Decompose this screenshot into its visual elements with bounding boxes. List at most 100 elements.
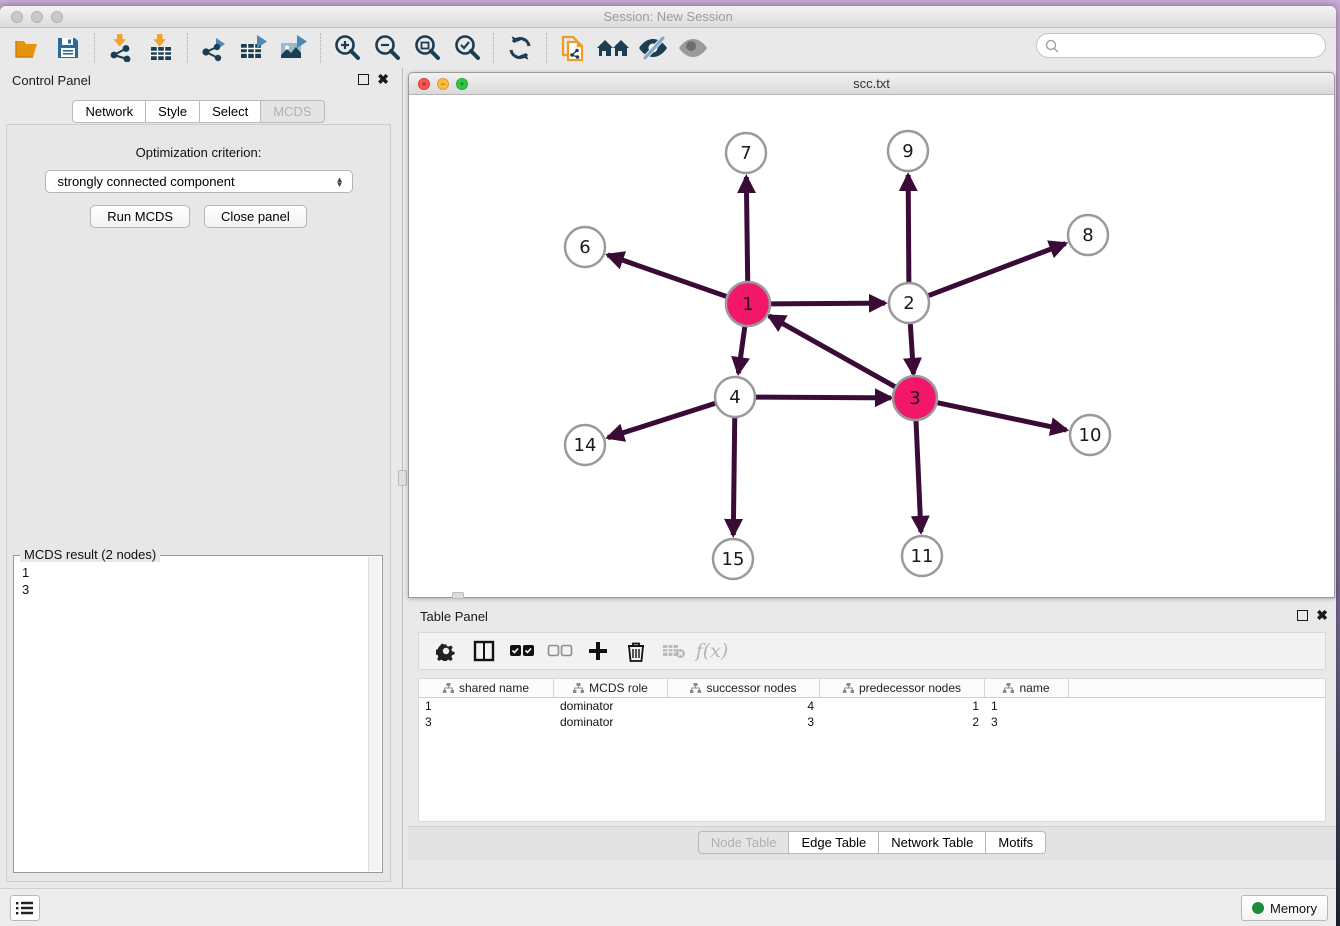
close-table-panel-icon[interactable]: ✖ [1316,610,1328,621]
open-file-icon[interactable] [8,32,48,64]
node-label: 7 [740,143,751,164]
column-header-predecessor-nodes[interactable]: predecessor nodes [820,679,985,697]
graph-node-9[interactable]: 9 [888,131,928,171]
save-session-icon[interactable] [48,32,88,64]
export-network-icon[interactable] [194,32,234,64]
graph-node-11[interactable]: 11 [902,536,942,576]
export-image-icon[interactable] [274,32,314,64]
toolbar-separator [546,33,547,63]
edge-1-4[interactable] [738,325,745,373]
graph-node-15[interactable]: 15 [713,539,753,579]
select-all-columns-icon[interactable] [503,636,541,666]
zoom-selected-icon[interactable] [447,32,487,64]
memory-status-icon [1252,902,1264,914]
refresh-layout-icon[interactable] [500,32,540,64]
edge-2-8[interactable] [929,244,1066,296]
edge-3-11[interactable] [916,419,921,532]
splitter-grip[interactable] [398,470,407,486]
edge-4-15[interactable] [733,418,734,535]
tab-edge-table[interactable]: Edge Table [788,831,878,854]
table-cell[interactable]: 1 [985,698,1069,714]
graph-node-6[interactable]: 6 [565,227,605,267]
zoom-in-icon[interactable] [327,32,367,64]
float-table-panel-icon[interactable] [1297,610,1308,621]
optimization-criterion-label: Optimization criterion: [7,145,390,160]
close-panel-button[interactable]: Close panel [204,205,307,228]
tab-node-table[interactable]: Node Table [698,831,789,854]
network-canvas[interactable]: 7 9 6 8 1 2 4 3 14 10 15 11 [409,95,1334,597]
mcds-result-text[interactable]: 1 3 [22,564,366,870]
import-network-icon[interactable] [101,32,141,64]
result-scrollbar[interactable] [368,557,381,871]
column-header-shared-name[interactable]: shared name [419,679,554,697]
criterion-select[interactable]: strongly connected component ▲▼ [45,170,353,193]
column-header-successor-nodes[interactable]: successor nodes [668,679,820,697]
show-all-icon[interactable] [673,32,713,64]
table-row[interactable]: 1dominator411 [419,698,1325,714]
graph-node-3[interactable]: 3 [893,376,937,420]
tab-mcds[interactable]: MCDS [260,100,324,123]
tab-style[interactable]: Style [145,100,199,123]
table-cell[interactable]: dominator [554,714,668,730]
graph-node-14[interactable]: 14 [565,425,605,465]
run-mcds-button[interactable]: Run MCDS [90,205,190,228]
import-table-icon[interactable] [141,32,181,64]
clone-network-icon[interactable] [553,32,593,64]
table-tabs: Node TableEdge TableNetwork TableMotifs [408,831,1336,854]
network-graph[interactable]: 7 9 6 8 1 2 4 3 14 10 15 11 [409,95,1334,598]
float-panel-icon[interactable] [358,74,369,85]
graph-node-7[interactable]: 7 [726,133,766,173]
edge-3-1[interactable] [769,316,897,388]
table-toolbar: f(x) [418,632,1326,670]
table-cell[interactable]: dominator [554,698,668,714]
tab-network[interactable]: Network [72,100,145,123]
hide-selected-icon[interactable] [633,32,673,64]
table-cell[interactable]: 1 [820,698,985,714]
column-header-name[interactable]: name [985,679,1069,697]
table-panel-title: Table Panel [420,609,488,624]
table-cell[interactable]: 2 [820,714,985,730]
table-cell[interactable]: 3 [985,714,1069,730]
table-cell[interactable]: 1 [419,698,554,714]
edge-2-3[interactable] [910,324,913,374]
edge-3-10[interactable] [936,402,1067,430]
table-row[interactable]: 3dominator323 [419,714,1325,730]
memory-button[interactable]: Memory [1241,895,1328,921]
edge-4-3[interactable] [756,397,891,398]
zoom-out-icon[interactable] [367,32,407,64]
column-header-MCDS-role[interactable]: MCDS role [554,679,668,697]
edge-1-7[interactable] [746,177,747,283]
close-panel-icon[interactable]: ✖ [377,74,389,85]
task-history-button[interactable] [10,895,40,921]
horizontal-splitter-grip[interactable] [452,592,464,599]
toolbar-separator [94,33,95,63]
zoom-fit-icon[interactable] [407,32,447,64]
edge-1-2[interactable] [769,303,885,304]
table-cell[interactable]: 3 [668,714,820,730]
vertical-splitter[interactable] [397,68,408,888]
edge-4-14[interactable] [608,403,715,437]
graph-node-10[interactable]: 10 [1070,415,1110,455]
toolbar-separator [320,33,321,63]
memory-label: Memory [1270,901,1317,916]
graph-node-1[interactable]: 1 [726,282,770,326]
add-row-icon[interactable] [579,636,617,666]
edge-1-6[interactable] [608,255,729,297]
graph-node-2[interactable]: 2 [889,283,929,323]
export-table-icon[interactable] [234,32,274,64]
delete-table-icon [655,636,693,666]
table-cell[interactable]: 3 [419,714,554,730]
search-input[interactable] [1036,33,1326,58]
delete-row-icon[interactable] [617,636,655,666]
tab-select[interactable]: Select [199,100,260,123]
table-settings-icon[interactable] [427,636,465,666]
table-cell[interactable]: 4 [668,698,820,714]
first-neighbors-icon[interactable] [593,32,633,64]
tab-motifs[interactable]: Motifs [985,831,1046,854]
graph-node-4[interactable]: 4 [715,377,755,417]
graph-node-8[interactable]: 8 [1068,215,1108,255]
tab-network-table[interactable]: Network Table [878,831,985,854]
unselect-all-columns-icon[interactable] [541,636,579,666]
edge-2-9[interactable] [908,175,909,282]
column-layout-icon[interactable] [465,636,503,666]
